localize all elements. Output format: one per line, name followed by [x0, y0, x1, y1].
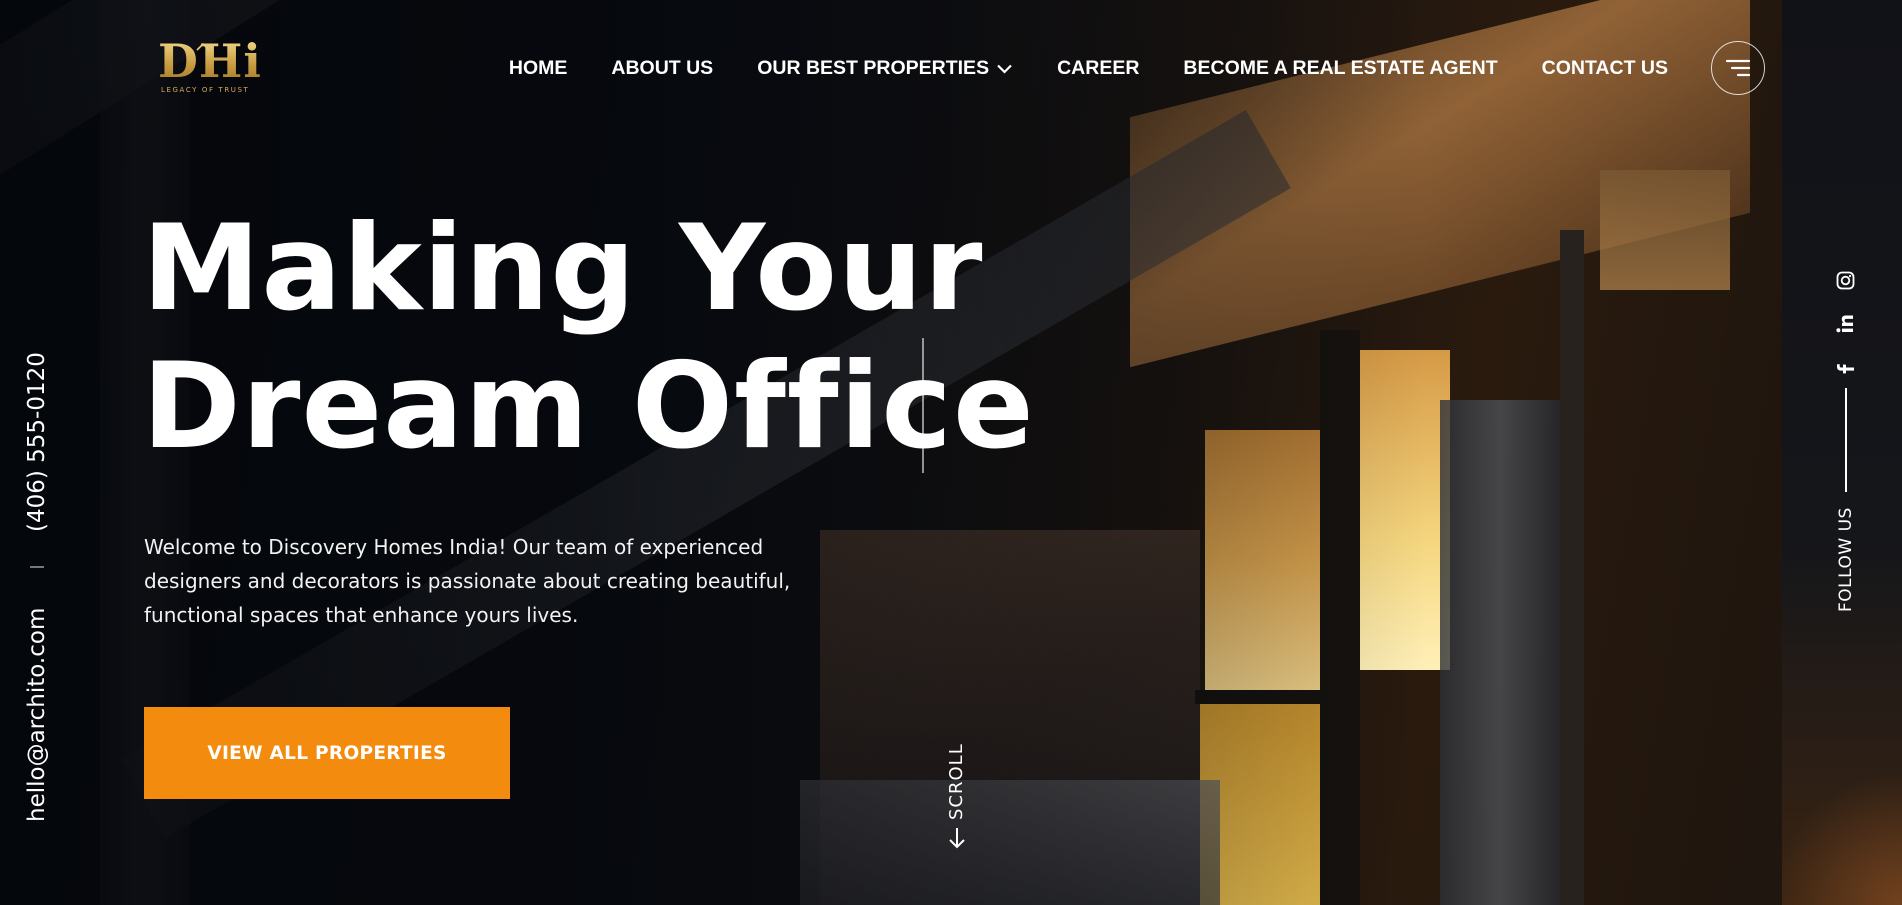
contact-divider	[30, 566, 44, 568]
linkedin-glyph	[1836, 315, 1853, 333]
facebook-icon[interactable]	[1834, 358, 1856, 380]
hero-title: Making Your Dream Office	[142, 200, 1035, 476]
instagram-glyph	[1836, 271, 1854, 289]
hamburger-menu-icon	[1725, 59, 1751, 77]
facebook-glyph	[1837, 364, 1854, 374]
hero-title-line-2: Dream Office	[142, 338, 1035, 476]
follow-us-line	[1845, 388, 1847, 492]
brand-logo[interactable]: DHi LEGACY OF TRUST	[158, 38, 270, 98]
typing-cursor	[922, 338, 924, 473]
nav-item-home[interactable]: HOME	[509, 57, 568, 80]
view-all-properties-button[interactable]: VIEW ALL PROPERTIES	[144, 707, 510, 799]
contact-phone-link[interactable]: (406) 555-0120	[24, 352, 50, 532]
logo-wordmark: DHi	[158, 38, 270, 84]
contact-email-link[interactable]: hello@archito.com	[24, 608, 50, 822]
house-roof-icon	[196, 42, 210, 51]
menu-toggle-button[interactable]	[1711, 41, 1765, 95]
instagram-icon[interactable]	[1834, 269, 1856, 291]
hero-description: Welcome to Discovery Homes India! Our te…	[144, 535, 791, 627]
chevron-down-icon	[997, 64, 1012, 74]
nav-item-become-agent[interactable]: BECOME A REAL ESTATE AGENT	[1183, 57, 1497, 80]
scroll-label: SCROLL	[946, 743, 967, 820]
scroll-indicator[interactable]: SCROLL	[943, 740, 971, 852]
nav-item-about-us[interactable]: ABOUT US	[611, 57, 713, 80]
hero-title-line-1: Making Your	[142, 200, 984, 338]
linkedin-icon[interactable]	[1834, 313, 1856, 335]
nav-item-contact-us[interactable]: CONTACT US	[1542, 57, 1668, 80]
nav-item-our-best-properties[interactable]: OUR BEST PROPERTIES	[757, 57, 1013, 80]
arrow-down-icon	[949, 828, 965, 849]
follow-us-label: FOLLOW US	[1836, 507, 1856, 612]
main-navigation: HOME ABOUT US OUR BEST PROPERTIES CAREER…	[509, 56, 1668, 80]
nav-item-career[interactable]: CAREER	[1057, 57, 1139, 80]
nav-item-label: OUR BEST PROPERTIES	[757, 56, 990, 79]
